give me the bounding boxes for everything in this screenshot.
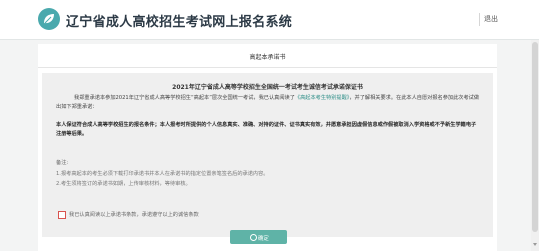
notice-heading: 2021年辽宁省成人高等学校招生全国统一考试考生诚信考试承诺保证书 (172, 84, 363, 91)
para1-before-text: 我郑重承诺本参加2021年辽宁省成人高等学校招生“高起本”层次全国统一考试，我已… (74, 95, 295, 101)
special-reminder-link[interactable]: 《高起本考生特别提醒》 (295, 95, 349, 101)
confirm-button-label: 确定 (258, 236, 269, 242)
remark-label: 备注: (56, 160, 69, 166)
notice-paragraph-2: 本人保证符合成人高等学校招生的报名条件；本人报考时所提供的个人信息真实、准确、对… (56, 122, 477, 138)
scrollbar-thumb[interactable] (532, 42, 538, 232)
remark-item-1: 1.报考高起本的考生必须下载打印承诺书并本人在承诺书的指定位置亲笔签名后的承诺内… (56, 171, 269, 177)
scroll-down-arrow-icon[interactable] (533, 243, 537, 246)
leaf-logo-icon (38, 8, 60, 30)
check-circle-icon (250, 234, 257, 241)
agreement-checkbox[interactable] (58, 211, 66, 219)
notice-paragraph-1: 我郑重承诺本参加2021年辽宁省成人高等学校招生“高起本”层次全国统一考试，我已… (56, 94, 480, 113)
card-title: 高起本承诺书 (249, 54, 286, 61)
header-divider (479, 13, 480, 26)
remark-item-2: 2.考生须将签订的承诺书如期，上传审核材料，等待审核。 (56, 181, 191, 187)
confirm-button[interactable]: 确定 (230, 230, 287, 244)
page-scrollbar[interactable] (531, 40, 539, 251)
logout-link[interactable]: 退出 (484, 14, 498, 24)
agreement-label[interactable]: 我已认真阅读以上承诺书条款，承诺遵守以上的诚信条款 (69, 211, 199, 218)
top-header: 辽宁省成人高校招生考试网上报名系统 退出 (0, 0, 539, 40)
commitment-card: 高起本承诺书 2021年辽宁省成人高等学校招生全国统一考试考生诚信考试承诺保证书… (38, 44, 497, 251)
card-divider (38, 67, 497, 68)
site-title: 辽宁省成人高校招生考试网上报名系统 (66, 15, 293, 30)
